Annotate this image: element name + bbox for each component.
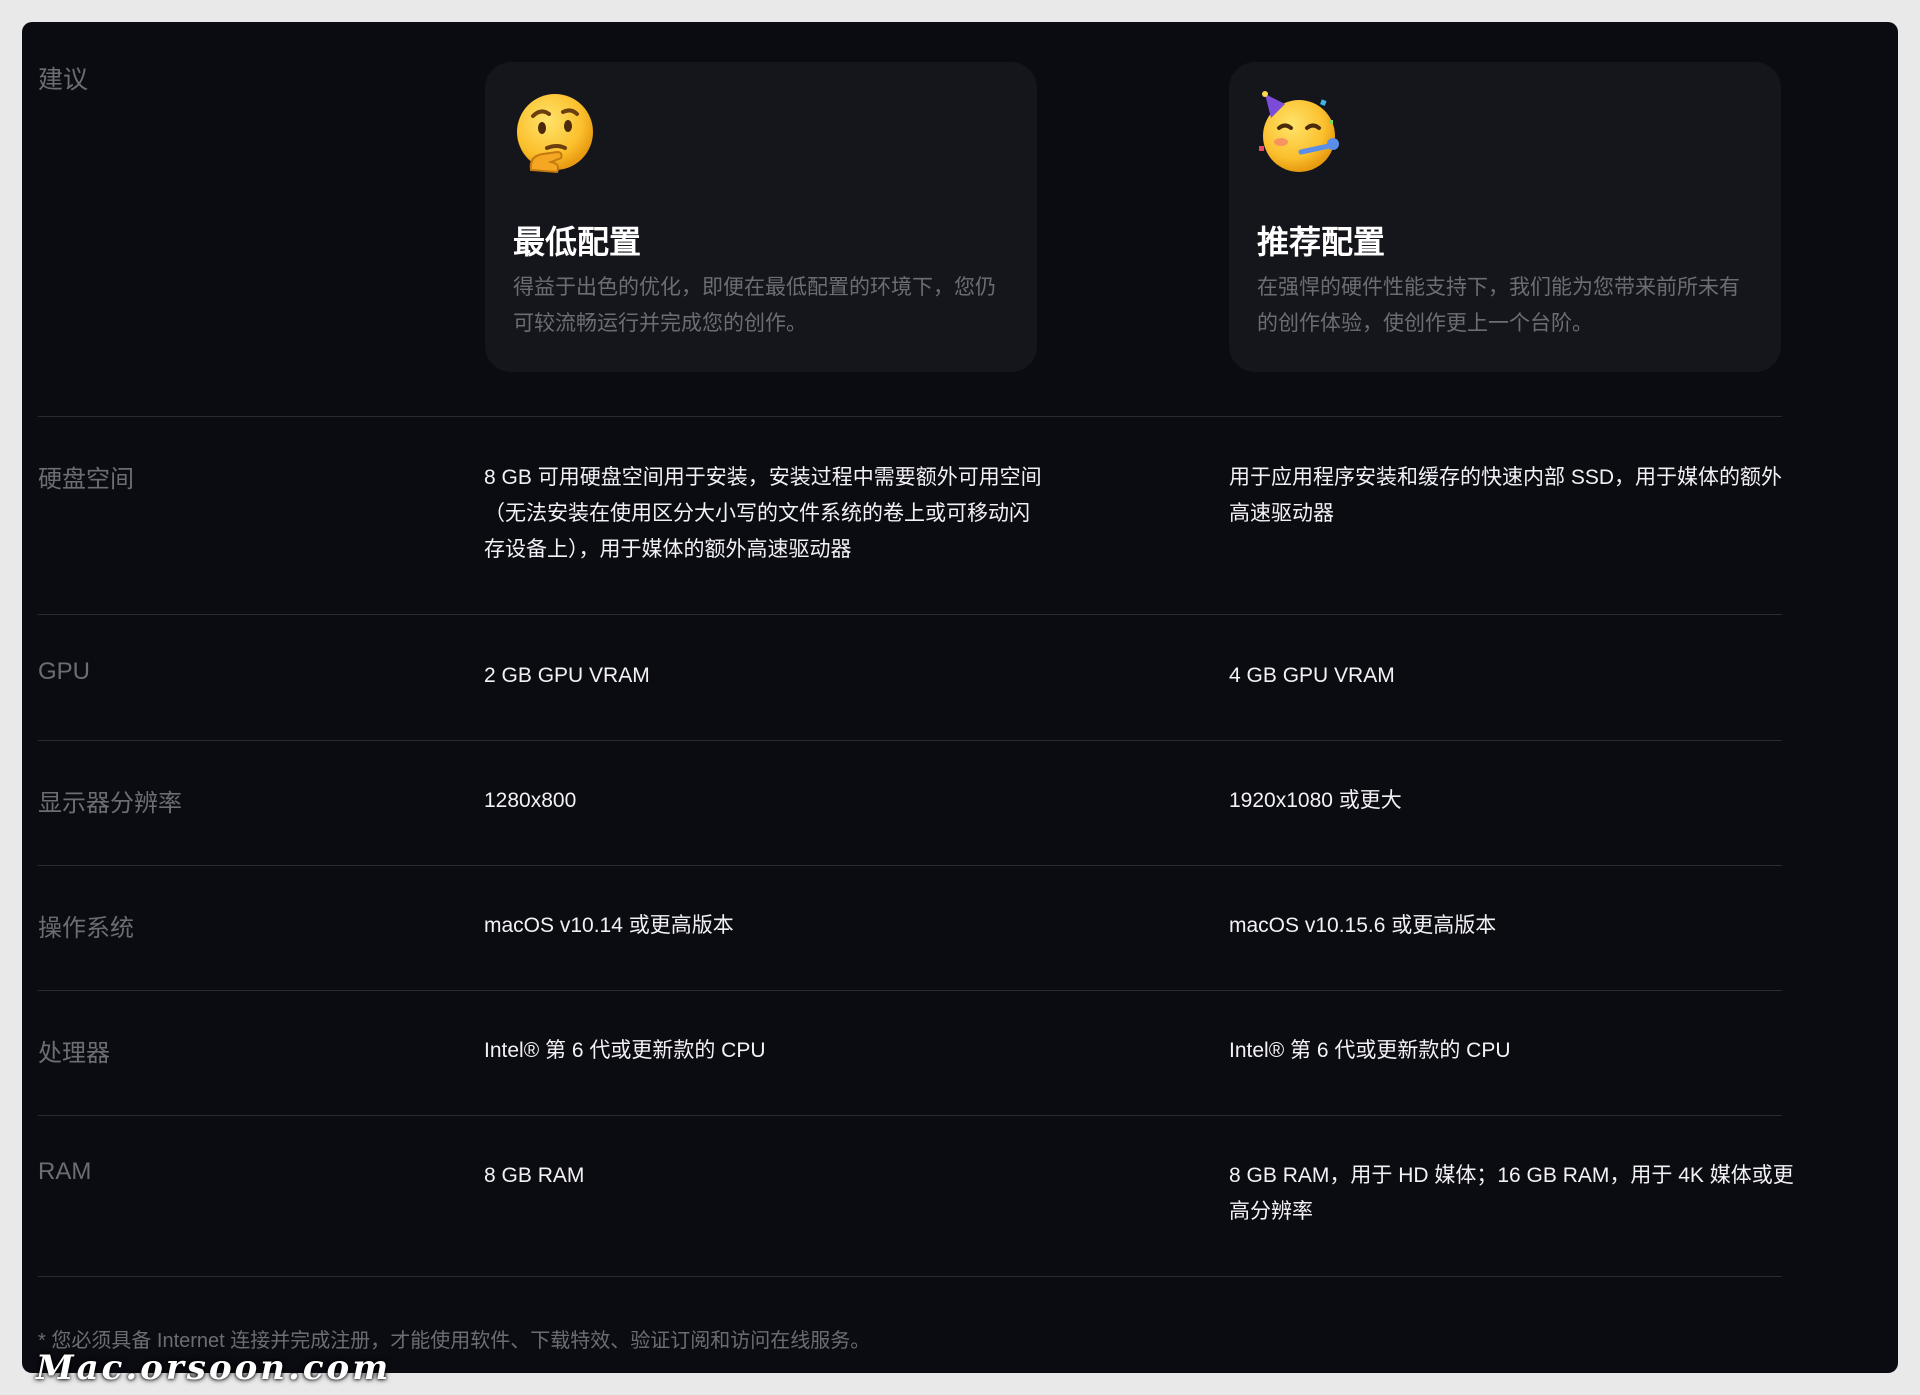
watermark: Mac.orsoon.com: [36, 1348, 392, 1388]
thinking-face-icon: [517, 94, 593, 174]
cell-display-min: 1280x800: [484, 789, 577, 812]
cell-ram-rec: 8 GB RAM，用于 HD 媒体；16 GB RAM，用于 4K 媒体或更高分…: [1229, 1164, 1794, 1223]
row-label-gpu: GPU: [38, 658, 91, 685]
cell-gpu-rec: 4 GB GPU VRAM: [1229, 664, 1395, 687]
system-requirements-panel: 建议 最低配置 得益于出色的优化，即便在最低配置的环境下，您仍可较流畅运行并完成…: [22, 22, 1898, 1373]
cell-ram-min: 8 GB RAM: [484, 1164, 585, 1187]
divider: [38, 1115, 1782, 1116]
partying-face-icon: [1259, 91, 1339, 172]
minimum-config-card: 最低配置 得益于出色的优化，即便在最低配置的环境下，您仍可较流畅运行并完成您的创…: [485, 62, 1037, 372]
row-label-disk: 硬盘空间: [38, 466, 134, 493]
card-title: 推荐配置: [1257, 224, 1386, 260]
row-label-cpu: 处理器: [38, 1040, 110, 1067]
cell-display-rec: 1920x1080 或更大: [1229, 789, 1402, 812]
row-label-os: 操作系统: [38, 915, 134, 942]
divider: [38, 740, 1782, 741]
divider: [38, 416, 1782, 417]
recommended-config-card: 推荐配置 在强悍的硬件性能支持下，我们能为您带来前所未有的创作体验，使创作更上一…: [1229, 62, 1781, 372]
card-title: 最低配置: [513, 224, 642, 260]
cell-disk-min: 8 GB 可用硬盘空间用于安装，安装过程中需要额外可用空间（无法安装在使用区分大…: [484, 466, 1042, 561]
row-label-display: 显示器分辨率: [38, 790, 182, 817]
cell-os-min: macOS v10.14 或更高版本: [484, 914, 734, 937]
divider: [38, 865, 1782, 866]
cell-os-rec: macOS v10.15.6 或更高版本: [1229, 914, 1497, 937]
cell-gpu-min: 2 GB GPU VRAM: [484, 664, 650, 687]
section-label: 建议: [38, 66, 89, 94]
divider: [38, 990, 1782, 991]
cell-disk-rec: 用于应用程序安装和缓存的快速内部 SSD，用于媒体的额外高速驱动器: [1229, 466, 1783, 525]
divider: [38, 1276, 1782, 1277]
cell-cpu-rec: Intel® 第 6 代或更新款的 CPU: [1229, 1039, 1511, 1062]
card-description: 在强悍的硬件性能支持下，我们能为您带来前所未有的创作体验，使创作更上一个台阶。: [1257, 276, 1740, 335]
cell-cpu-min: Intel® 第 6 代或更新款的 CPU: [484, 1039, 766, 1062]
row-label-ram: RAM: [38, 1158, 92, 1185]
divider: [38, 614, 1782, 615]
card-description: 得益于出色的优化，即便在最低配置的环境下，您仍可较流畅运行并完成您的创作。: [513, 276, 996, 335]
